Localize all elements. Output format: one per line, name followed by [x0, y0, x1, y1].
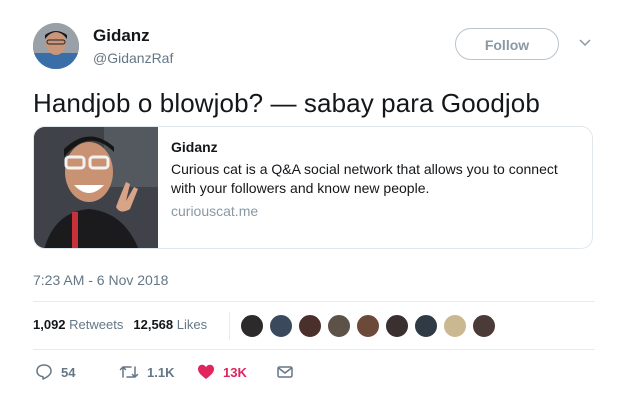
like-count: 13K [223, 364, 247, 380]
divider [33, 349, 595, 350]
card-description: Curious cat is a Q&A social network that… [171, 161, 558, 196]
avatar-photo [33, 23, 79, 69]
card-title: Gidanz [171, 139, 218, 155]
direct-message-button[interactable] [276, 362, 294, 382]
liker-avatar[interactable] [298, 314, 322, 338]
tweet-text: Handjob o blowjob? — sabay para Goodjob [33, 88, 540, 118]
liker-avatar[interactable] [240, 314, 264, 338]
card-domain: curiouscat.me [171, 203, 259, 219]
heart-icon [198, 364, 214, 379]
retweet-icon [119, 366, 139, 378]
retweets-label[interactable]: Retweets [69, 317, 123, 332]
reply-count: 54 [61, 364, 76, 380]
liker-avatar[interactable] [472, 314, 496, 338]
card-thumbnail [34, 127, 158, 248]
tweet-timestamp[interactable]: 7:23 AM - 6 Nov 2018 [33, 272, 168, 288]
liker-avatar[interactable] [414, 314, 438, 338]
follow-button[interactable]: Follow [455, 28, 559, 60]
divider [33, 301, 595, 302]
like-button[interactable]: 13K [197, 362, 247, 382]
likes-count[interactable]: 12,568 [133, 317, 173, 332]
liker-avatar[interactable] [443, 314, 467, 338]
author-display-name[interactable]: Gidanz [93, 26, 150, 46]
card-photo [34, 127, 158, 248]
link-card[interactable]: Gidanz Curious cat is a Q&A social netwo… [33, 126, 593, 249]
author-handle[interactable]: @GidanzRaf [93, 50, 173, 66]
reply-button[interactable]: 54 [35, 362, 75, 382]
liker-avatar[interactable] [269, 314, 293, 338]
envelope-icon [277, 366, 293, 378]
engagement-stats: 1,092 Retweets 12,568 Likes [33, 317, 207, 332]
likes-label[interactable]: Likes [177, 317, 207, 332]
retweets-count[interactable]: 1,092 [33, 317, 66, 332]
liker-avatar[interactable] [385, 314, 409, 338]
chevron-down-icon[interactable] [578, 36, 592, 50]
author-avatar[interactable] [33, 23, 79, 69]
stats-separator [229, 312, 230, 340]
liker-avatar[interactable] [356, 314, 380, 338]
retweet-count: 1.1K [147, 364, 175, 380]
liker-avatar[interactable] [327, 314, 351, 338]
retweet-button[interactable]: 1.1K [119, 362, 174, 382]
reply-icon [36, 364, 52, 380]
